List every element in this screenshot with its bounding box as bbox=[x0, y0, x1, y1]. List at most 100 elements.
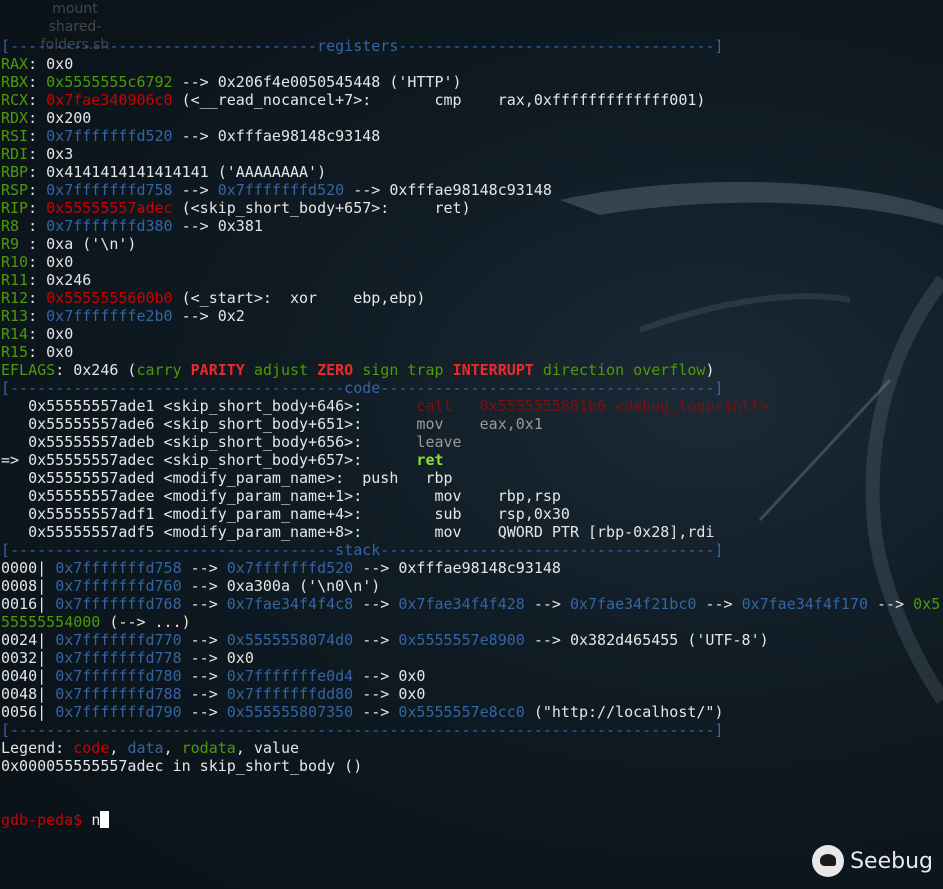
terminal-line: RBX: 0x5555555c6792 --> 0x206f4e00505454… bbox=[1, 73, 940, 91]
terminal-line: 0008| 0x7fffffffd760 --> 0xa300a ('\n0\n… bbox=[1, 577, 940, 595]
terminal-text-segment: 0x5555557e8cc0 bbox=[398, 703, 525, 721]
terminal-text-segment: 0x555555807350 bbox=[226, 703, 354, 721]
terminal-text-segment: R13 bbox=[1, 307, 29, 325]
terminal-text-segment: R9 bbox=[1, 235, 29, 253]
terminal-text-segment: --> bbox=[181, 685, 227, 703]
terminal-text-segment: 0x55555557ade6 <skip_short_body+651>: bbox=[1, 415, 417, 433]
terminal-text-segment: --> bbox=[353, 703, 399, 721]
terminal-text-segment: , value bbox=[235, 739, 300, 757]
terminal-text-segment: 0x5555558074d0 bbox=[226, 631, 354, 649]
terminal-text-segment: ("http://localhost/") bbox=[524, 703, 724, 721]
terminal-text-segment: --> bbox=[181, 703, 227, 721]
terminal-text-segment: 0x7fae34f4f428 bbox=[398, 595, 525, 613]
terminal-text-segment: 0x7fffffffd778 bbox=[55, 649, 182, 667]
terminal-text-segment: : bbox=[28, 73, 47, 91]
terminal-line: EFLAGS: 0x246 (carry PARITY adjust ZERO … bbox=[1, 361, 940, 379]
terminal-text-segment: data bbox=[127, 739, 164, 757]
terminal-text-segment: 0024| bbox=[1, 631, 56, 649]
terminal-text-segment: R15 bbox=[1, 343, 29, 361]
terminal-text-segment: : 0x0 bbox=[28, 325, 74, 343]
terminal-text-segment: : bbox=[28, 181, 47, 199]
terminal-text-segment: --> bbox=[353, 631, 399, 649]
terminal-text-segment: 0008| bbox=[1, 577, 56, 595]
terminal-text-segment: registers bbox=[317, 37, 399, 55]
terminal-line: 0x55555557aded <modify_param_name>: push… bbox=[1, 469, 940, 487]
terminal-text-segment: --> 0x206f4e0050545448 ('HTTP') bbox=[172, 73, 462, 91]
terminal-line: 0x55555557adee <modify_param_name+1>: mo… bbox=[1, 487, 940, 505]
terminal-text-segment: : bbox=[28, 289, 47, 307]
terminal-text-segment: , bbox=[163, 739, 182, 757]
terminal-text-segment: R12 bbox=[1, 289, 29, 307]
terminal-text-segment: code bbox=[73, 739, 110, 757]
terminal-line: 0x55555557ade6 <skip_short_body+651>: mo… bbox=[1, 415, 940, 433]
terminal-text-segment: 0x7fffffffdd80 bbox=[226, 685, 354, 703]
terminal-line: RDX: 0x200 bbox=[1, 109, 940, 127]
terminal-text-segment: RDX bbox=[1, 109, 29, 127]
terminal-text-segment: ) bbox=[705, 361, 715, 379]
terminal-line: 0024| 0x7fffffffd770 --> 0x5555558074d0 … bbox=[1, 631, 940, 649]
terminal-text-segment: (<__read_nocancel+7>: cmp rax,0xffffffff… bbox=[172, 91, 706, 109]
terminal-line: 0000| 0x7fffffffd758 --> 0x7fffffffd520 … bbox=[1, 559, 940, 577]
terminal-text-segment: RAX bbox=[1, 55, 29, 73]
terminal-line: 0x000055555557adec in skip_short_body () bbox=[1, 757, 940, 775]
terminal-text-segment: RBP bbox=[1, 163, 29, 181]
terminal-text-segment: 0048| bbox=[1, 685, 56, 703]
terminal-text-segment: --> 0x0 bbox=[353, 667, 426, 685]
terminal-text-segment: 0016| bbox=[1, 595, 56, 613]
terminal-text-segment: : bbox=[28, 127, 47, 145]
terminal-text-segment: 55555554000 bbox=[1, 613, 101, 631]
command-input[interactable]: n bbox=[91, 811, 100, 829]
terminal-text-segment: : 0x0 bbox=[28, 343, 74, 361]
gdb-prompt: gdb-peda$ bbox=[1, 811, 92, 829]
prompt-line[interactable]: gdb-peda$ n bbox=[1, 811, 940, 829]
terminal-line: R14: 0x0 bbox=[1, 325, 940, 343]
terminal-line: R9 : 0xa ('\n') bbox=[1, 235, 940, 253]
terminal-text-segment: : 0x4141414141414141 ('AAAAAAAA') bbox=[28, 163, 327, 181]
terminal-text-segment: adjust bbox=[244, 361, 318, 379]
terminal-text-segment: 0x55555557adec bbox=[46, 199, 173, 217]
terminal-output[interactable]: [----------------------------------regis… bbox=[1, 1, 940, 847]
terminal-line: RCX: 0x7fae340906c0 (<__read_nocancel+7>… bbox=[1, 91, 940, 109]
terminal-text-segment: ZERO bbox=[317, 361, 354, 379]
terminal-line: 0x55555557adeb <skip_short_body+656>: le… bbox=[1, 433, 940, 451]
terminal-text-segment: 0x7fae34f21bc0 bbox=[569, 595, 697, 613]
terminal-text-segment: R8 bbox=[1, 217, 29, 235]
terminal-line: => 0x55555557adec <skip_short_body+657>:… bbox=[1, 451, 940, 469]
terminal-text-segment: [---------------------------------------… bbox=[1, 721, 724, 739]
terminal-text-segment: (<skip_short_body+657>: ret) bbox=[172, 199, 471, 217]
terminal-text-segment: (--> ...) bbox=[100, 613, 191, 631]
terminal-text-segment: --> 0x0 bbox=[181, 649, 254, 667]
terminal-text-segment: 0x7fffffffe2b0 bbox=[46, 307, 173, 325]
terminal-text-segment: --> 0xfffae98148c93148 bbox=[353, 559, 561, 577]
terminal-text-segment: : 0x246 ( bbox=[55, 361, 137, 379]
terminal-text-segment: R10 bbox=[1, 253, 29, 271]
terminal-line: [------------------------------------sta… bbox=[1, 541, 940, 559]
text-cursor bbox=[100, 811, 110, 828]
terminal-text-segment: -----------------------------------] bbox=[398, 37, 724, 55]
terminal-text-segment: 0x7fffffffd768 bbox=[55, 595, 182, 613]
terminal-line: RDI: 0x3 bbox=[1, 145, 940, 163]
terminal-line: R10: 0x0 bbox=[1, 253, 940, 271]
terminal-text-segment: R11 bbox=[1, 271, 29, 289]
terminal-line: 0x55555557ade1 <skip_short_body+646>: ca… bbox=[1, 397, 940, 415]
terminal-text-segment: stack bbox=[335, 541, 381, 559]
seebug-logo: Seebug bbox=[812, 845, 933, 877]
terminal-text-segment: RSI bbox=[1, 127, 29, 145]
terminal-text-segment: 0x7fffffffd780 bbox=[55, 667, 182, 685]
terminal-text-segment: : 0x200 bbox=[28, 109, 92, 127]
terminal-text-segment: 0x5555557e8900 bbox=[398, 631, 525, 649]
terminal-text-segment: --> bbox=[181, 667, 227, 685]
terminal-text-segment: 0x55555557adf5 <modify_param_name+8>: mo… bbox=[1, 523, 715, 541]
terminal-line: 0016| 0x7fffffffd768 --> 0x7fae34f4f4c8 … bbox=[1, 595, 940, 613]
terminal-text-segment: -------------------------------------] bbox=[380, 379, 724, 397]
terminal-text-segment: 0x7fffffffd758 bbox=[46, 181, 173, 199]
terminal-text-segment: 0x7fffffffd380 bbox=[46, 217, 173, 235]
terminal-text-segment: 0056| bbox=[1, 703, 56, 721]
terminal-line: Legend: code, data, rodata, value bbox=[1, 739, 940, 757]
terminal-text-segment: : 0x0 bbox=[28, 253, 74, 271]
terminal-text-segment: --> bbox=[524, 595, 570, 613]
terminal-line: [----------------------------------regis… bbox=[1, 37, 940, 55]
terminal-text-segment: 0x7fae34f4f170 bbox=[741, 595, 868, 613]
terminal-line: RAX: 0x0 bbox=[1, 55, 940, 73]
terminal-text-segment: 0x7fae34f4f4c8 bbox=[226, 595, 354, 613]
